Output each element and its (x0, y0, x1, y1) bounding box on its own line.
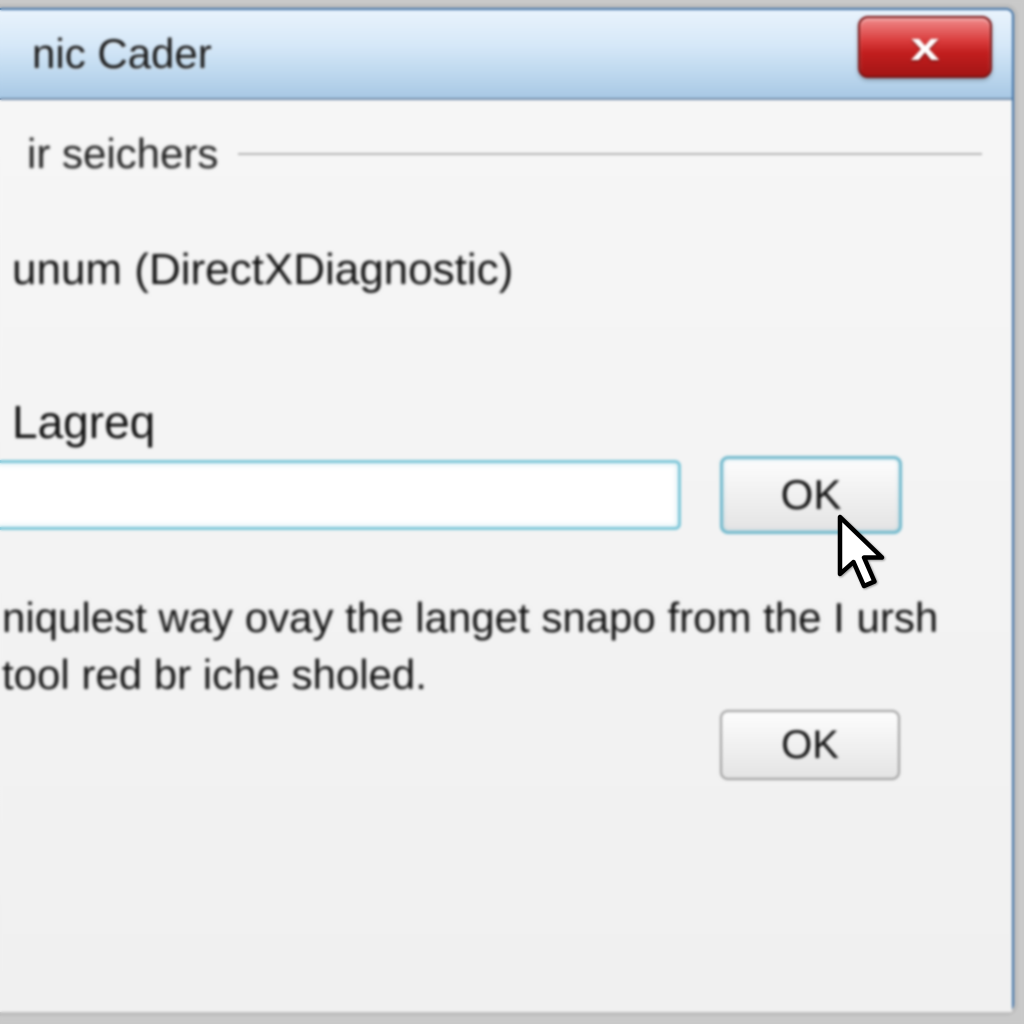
field-label: Lagreq (12, 395, 155, 449)
diagnostic-text: unum (DirectXDiagnostic) (12, 245, 513, 295)
ok-button-primary-label: OK (781, 471, 842, 519)
dialog-window: nic Cader x ir seichers unum (DirectXDia… (0, 8, 1014, 1012)
ok-button-secondary-label: OK (781, 723, 839, 768)
group-header: ir seichers (0, 130, 1012, 178)
separator-line (238, 153, 982, 155)
description-text: niqulest way ovay the langet snapo from … (2, 590, 982, 703)
close-icon: x (911, 27, 940, 67)
group-label: ir seichers (27, 130, 218, 178)
titlebar[interactable]: nic Cader x (0, 10, 1012, 100)
ok-button-primary[interactable]: OK (720, 456, 902, 534)
ok-button-secondary[interactable]: OK (720, 710, 900, 780)
close-button[interactable]: x (858, 16, 992, 78)
text-input[interactable] (0, 460, 681, 530)
window-title: nic Cader (32, 30, 212, 78)
client-area: ir seichers unum (DirectXDiagnostic) Lag… (0, 100, 1012, 1012)
